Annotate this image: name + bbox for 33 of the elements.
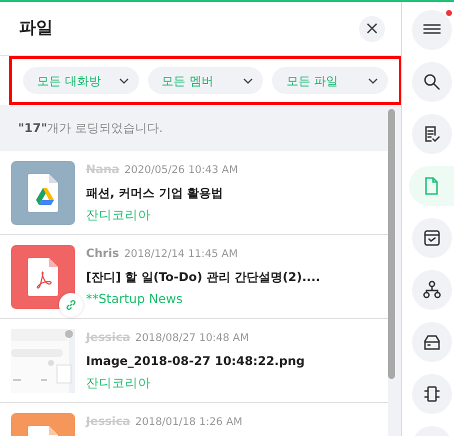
sidebar-button[interactable] <box>412 218 452 258</box>
room-name: 잔디코리아 <box>86 374 152 392</box>
pdf-file-icon <box>28 258 58 296</box>
file-name: Image_2018-08-27 10:48:22.png <box>86 352 305 370</box>
file-name: 패션, 커머스 기업 활용법 <box>86 184 224 202</box>
file-name: [잔디] 할 일(To-Do) 관리 간단설명(2).... <box>86 268 320 286</box>
timestamp: 2020/05/26 10:43 AM <box>124 164 238 176</box>
notification-dot <box>446 10 452 16</box>
room-name: 잔디코리아 <box>86 206 152 224</box>
timestamp: 2018/12/14 11:45 AM <box>124 248 238 260</box>
sidebar-button[interactable] <box>412 322 452 362</box>
hierarchy-icon <box>422 280 442 300</box>
plug-icon <box>422 384 442 404</box>
author-name: Chris <box>86 246 120 260</box>
sidebar-button[interactable] <box>412 270 452 310</box>
sidebar-button[interactable] <box>412 114 452 154</box>
scrollbar-thumb[interactable] <box>388 109 395 379</box>
sidebar-button[interactable] <box>412 10 452 50</box>
panel-title: 파일 <box>19 16 53 40</box>
chevron-down-icon <box>243 78 254 84</box>
loaded-count-text: "17"개가 로딩되었습니다. <box>17 120 164 137</box>
search-icon <box>422 72 442 92</box>
archive-box-icon <box>422 228 442 248</box>
sidebar-button[interactable] <box>412 62 452 102</box>
timestamp: 2018/01/18 1:26 AM <box>135 416 242 428</box>
file-list-item[interactable]: Chris 2018/12/14 11:45 AM [잔디] 할 일(To-Do) 관리 간단설명(2).... **Startup News <box>0 235 388 319</box>
chevron-down-icon <box>368 78 378 84</box>
timestamp: 2018/08/27 10:48 AM <box>135 332 249 344</box>
close-button[interactable]: × <box>359 16 385 42</box>
google-drive-file-icon <box>28 174 58 212</box>
sidebar-button[interactable] <box>412 374 452 414</box>
chevron-down-icon <box>118 78 129 84</box>
room-name: **Startup News <box>86 290 184 308</box>
